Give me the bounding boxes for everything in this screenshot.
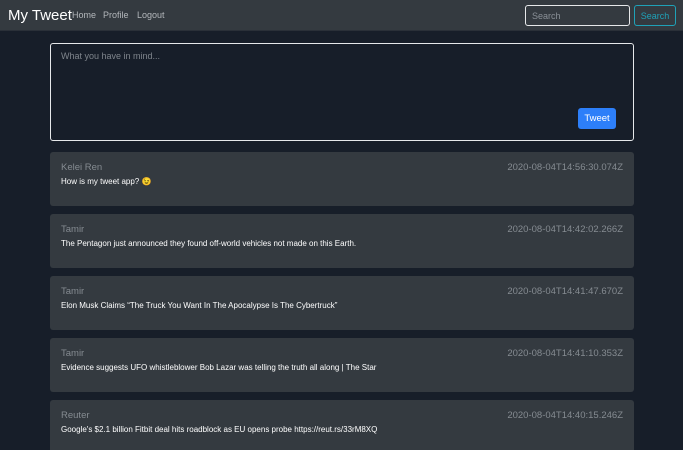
tweet-input[interactable] <box>61 50 621 108</box>
tweet-author: Tamir <box>61 286 85 297</box>
tweet-text: Evidence suggests UFO whistleblower Bob … <box>61 363 377 372</box>
tweet-author: Reuter <box>61 410 90 421</box>
nav-link-logout[interactable]: Logout <box>137 9 165 21</box>
tweet-date: 2020-08-04T14:42:02.266Z <box>507 224 623 235</box>
tweet-text: Google's $2.1 billion Fitbit deal hits r… <box>61 425 378 434</box>
search-button[interactable]: Search <box>634 5 676 26</box>
tweet-card: Tamir 2020-08-04T14:41:10.353Z Evidence … <box>50 338 634 392</box>
nav-link-profile[interactable]: Profile <box>103 9 129 21</box>
tweet-text: How is my tweet app? 😉 <box>61 177 152 186</box>
tweet-author: Kelei Ren <box>61 162 103 173</box>
tweet-text: The Pentagon just announced they found o… <box>61 239 357 248</box>
brand-link[interactable]: My Tweet <box>8 6 72 25</box>
tweet-text: Elon Musk Claims “The Truck You Want In … <box>61 301 338 310</box>
tweet-card: Tamir 2020-08-04T14:41:47.670Z Elon Musk… <box>50 276 634 330</box>
nav-link-home[interactable]: Home <box>72 9 96 21</box>
tweet-author: Tamir <box>61 224 85 235</box>
tweet-button[interactable]: Tweet <box>578 108 616 129</box>
compose-box: Tweet <box>50 43 634 141</box>
tweet-card: Reuter 2020-08-04T14:40:15.246Z Google's… <box>50 400 634 450</box>
navbar: My Tweet Home Profile Logout Search <box>0 0 683 31</box>
tweet-date: 2020-08-04T14:41:10.353Z <box>507 348 623 359</box>
tweet-date: 2020-08-04T14:56:30.074Z <box>507 162 623 173</box>
search-input[interactable] <box>525 5 630 26</box>
tweet-author: Tamir <box>61 348 85 359</box>
tweet-date: 2020-08-04T14:41:47.670Z <box>507 286 623 297</box>
tweet-date: 2020-08-04T14:40:15.246Z <box>507 410 623 421</box>
tweet-card: Tamir 2020-08-04T14:42:02.266Z The Penta… <box>50 214 634 268</box>
tweet-feed: Kelei Ren 2020-08-04T14:56:30.074Z How i… <box>50 152 634 450</box>
tweet-card: Kelei Ren 2020-08-04T14:56:30.074Z How i… <box>50 152 634 206</box>
